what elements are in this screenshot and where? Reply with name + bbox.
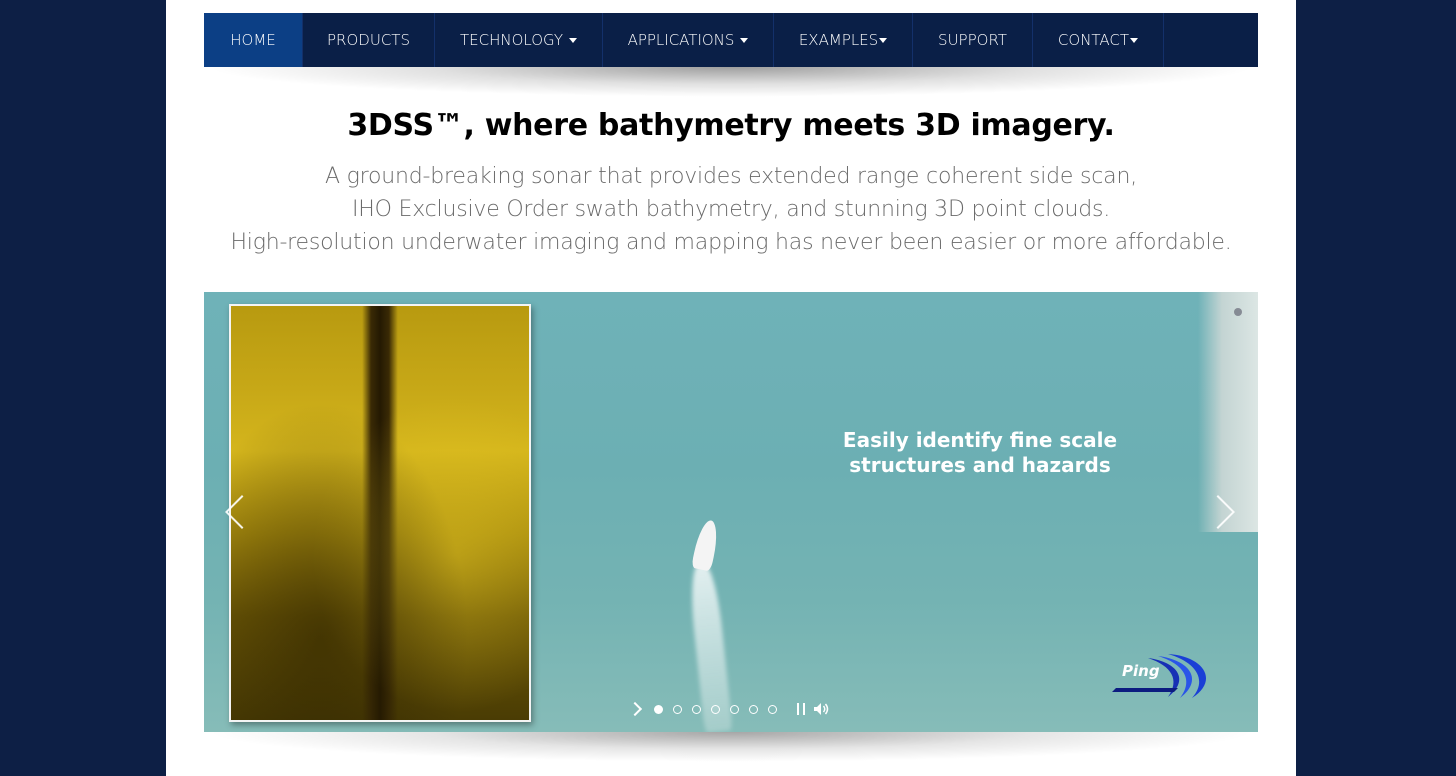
nav-products[interactable]: PRODUCTS bbox=[303, 13, 435, 67]
nav-home-label: HOME bbox=[230, 31, 276, 49]
slide-dot-2[interactable] bbox=[673, 704, 682, 714]
volume-icon[interactable] bbox=[813, 702, 831, 716]
nav-technology-label: TECHNOLOGY bbox=[459, 31, 564, 49]
slide-dot-4[interactable] bbox=[711, 704, 720, 714]
boat-image bbox=[691, 518, 721, 572]
nav-support[interactable]: SUPPORT bbox=[913, 13, 1033, 67]
nav-products-label: PRODUCTS bbox=[327, 31, 410, 49]
slide-dot-7[interactable] bbox=[768, 704, 777, 714]
page-headline: 3DSS™, where bathymetry meets 3D imagery… bbox=[347, 108, 1115, 143]
slide-dot-3[interactable] bbox=[692, 704, 701, 714]
nav-home[interactable]: HOME bbox=[204, 13, 303, 67]
image-slider[interactable]: Easily identify fine scale structures an… bbox=[204, 292, 1258, 732]
slide-caption-line-2: structures and hazards bbox=[849, 453, 1111, 477]
nav-examples-label: EXAMPLES bbox=[798, 31, 879, 49]
shoreline-image bbox=[1198, 292, 1258, 532]
sonar-scan-image bbox=[229, 304, 531, 722]
nav-support-label: SUPPORT bbox=[938, 31, 1007, 49]
nav-applications-label: APPLICATIONS bbox=[627, 31, 735, 49]
caret-down-icon bbox=[740, 38, 749, 43]
hero-line-3: High-resolution underwater imaging and m… bbox=[230, 230, 1232, 255]
nav-applications[interactable]: APPLICATIONS bbox=[603, 13, 774, 67]
slide-dot-5[interactable] bbox=[730, 704, 739, 714]
slide-dot-1[interactable] bbox=[654, 704, 663, 714]
caret-down-icon bbox=[1130, 38, 1139, 43]
slider-controls bbox=[627, 699, 831, 719]
main-navigation: HOME PRODUCTS TECHNOLOGY APPLICATIONS EX… bbox=[204, 13, 1258, 67]
page-container: HOME PRODUCTS TECHNOLOGY APPLICATIONS EX… bbox=[166, 0, 1296, 776]
nav-technology[interactable]: TECHNOLOGY bbox=[435, 13, 603, 67]
slide-dot-6[interactable] bbox=[749, 704, 758, 714]
hero-line-1: A ground-breaking sonar that provides ex… bbox=[325, 164, 1137, 189]
nav-contact[interactable]: CONTACT bbox=[1033, 13, 1164, 67]
caret-down-icon bbox=[879, 38, 888, 43]
slide-caption-line-1: Easily identify fine scale bbox=[842, 428, 1118, 452]
caret-down-icon bbox=[569, 38, 578, 43]
nav-shadow bbox=[204, 67, 1258, 97]
hero-line-2: IHO Exclusive Order swath bathymetry, an… bbox=[351, 197, 1111, 222]
nav-examples[interactable]: EXAMPLES bbox=[774, 13, 913, 67]
ping-logo-text: Ping bbox=[1122, 662, 1160, 680]
slider-shadow bbox=[204, 732, 1258, 762]
slide-caption: Easily identify fine scale structures an… bbox=[804, 428, 1156, 478]
nav-contact-label: CONTACT bbox=[1057, 31, 1130, 49]
pause-icon[interactable] bbox=[797, 703, 805, 715]
ping-logo: Ping bbox=[1108, 650, 1216, 702]
slider-indicator bbox=[1234, 308, 1242, 316]
play-icon[interactable] bbox=[627, 701, 643, 717]
